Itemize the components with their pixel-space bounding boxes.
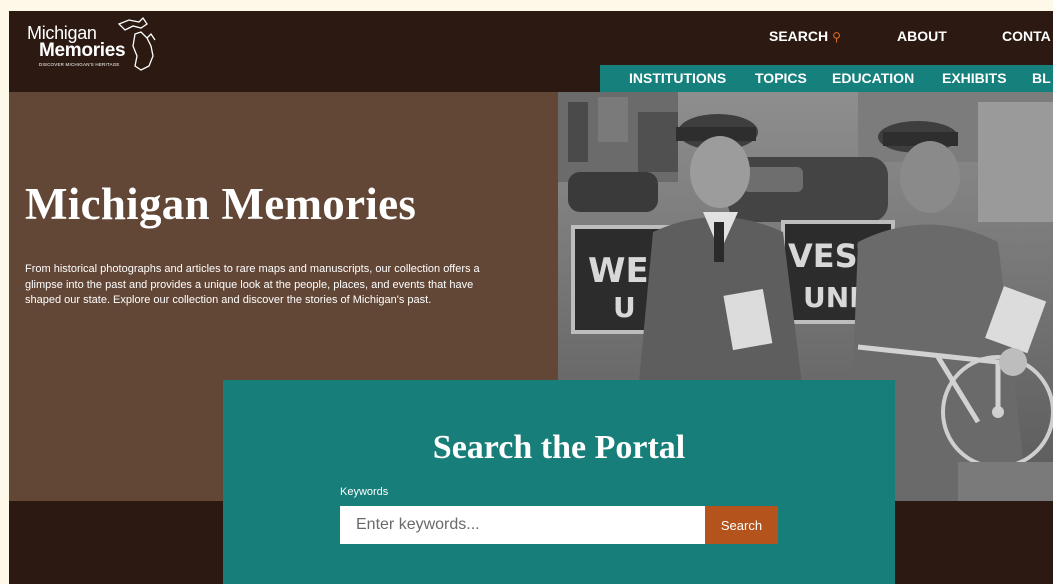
search-submit-button[interactable]: Search xyxy=(705,506,778,544)
sign-text-left: WE xyxy=(588,251,649,291)
nav-blog[interactable]: BL xyxy=(1032,70,1051,86)
keywords-input[interactable] xyxy=(340,506,705,544)
sign-text-left-2: U xyxy=(613,291,636,324)
search-icon: ⚲ xyxy=(832,30,841,44)
page-frame: Michigan Memories DISCOVER MICHIGAN'S HE… xyxy=(9,11,1053,584)
keywords-label: Keywords xyxy=(340,486,389,498)
hero-description: From historical photographs and articles… xyxy=(25,263,480,306)
nav-institutions[interactable]: INSTITUTIONS xyxy=(629,70,726,86)
sub-navigation-bar: INSTITUTIONS TOPICS EDUCATION EXHIBITS B… xyxy=(600,65,1053,92)
logo-text-memories: Memories xyxy=(39,40,126,61)
nav-about-link[interactable]: ABOUT xyxy=(897,28,947,44)
logo-tagline: DISCOVER MICHIGAN'S HERITAGE xyxy=(39,62,120,67)
nav-contact-link[interactable]: CONTA xyxy=(1002,28,1051,44)
sign-text-right-2: UNI xyxy=(803,281,860,314)
nav-search-link[interactable]: SEARCH ⚲ xyxy=(769,28,841,44)
nav-search-label: SEARCH xyxy=(769,28,829,44)
nav-exhibits[interactable]: EXHIBITS xyxy=(942,70,1007,86)
search-panel-title: Search the Portal xyxy=(432,429,686,466)
hero-title: Michigan Memories xyxy=(25,179,417,229)
site-logo[interactable]: Michigan Memories DISCOVER MICHIGAN'S HE… xyxy=(25,16,156,74)
nav-education[interactable]: EDUCATION xyxy=(832,70,914,86)
search-portal-panel: Search the Portal Keywords Search xyxy=(223,380,895,584)
nav-topics[interactable]: TOPICS xyxy=(755,70,807,86)
